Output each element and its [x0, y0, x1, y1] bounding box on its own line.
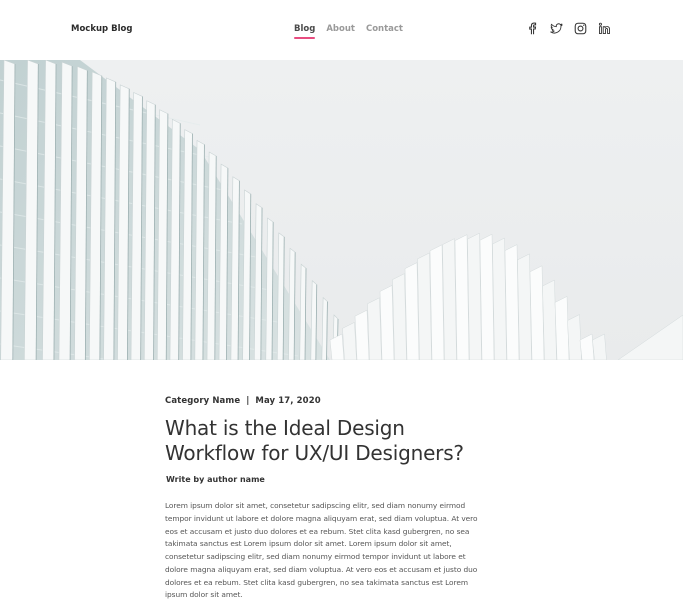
canopy-panel: [392, 273, 407, 360]
nav-contact[interactable]: Contact: [366, 24, 403, 38]
site-header: Mockup Blog Blog About Contact: [0, 0, 683, 60]
canopy-panel: [467, 232, 482, 360]
category-link[interactable]: Category Name: [165, 396, 240, 406]
canopy-panel: [354, 309, 370, 360]
main-nav: Blog About Contact: [294, 24, 403, 39]
canopy-panel: [404, 262, 420, 360]
article-author: Write by author name: [166, 475, 265, 484]
meta-separator: |: [246, 396, 250, 406]
canopy-panel: [367, 297, 382, 360]
article-title: What is the Ideal Design Workflow for UX…: [165, 416, 464, 465]
canopy-panel: [442, 238, 457, 360]
article-body: Lorem ipsum dolor sit amet, consetetur s…: [165, 501, 478, 600]
canopy-panel: [542, 279, 557, 360]
nav-blog[interactable]: Blog: [294, 24, 316, 39]
canopy-panel: [517, 253, 532, 360]
twitter-icon[interactable]: [550, 22, 563, 35]
article-meta: Category Name | May 17, 2020: [165, 396, 485, 406]
canopy-panel: [504, 244, 520, 360]
canopy-panel: [567, 314, 582, 360]
canopy-panel: [554, 296, 570, 360]
brand-logo[interactable]: Mockup Blog: [71, 24, 132, 34]
canopy-panel: [479, 233, 495, 360]
architecture-photo: [0, 60, 683, 360]
hero-image: [0, 60, 683, 360]
canopy-panel: [417, 252, 432, 360]
nav-about[interactable]: About: [326, 24, 355, 38]
canopy-panel: [379, 285, 395, 360]
facebook-icon[interactable]: [526, 22, 539, 35]
canopy-panel: [529, 265, 545, 360]
social-links: [526, 22, 611, 35]
instagram-icon[interactable]: [574, 22, 587, 35]
canopy-panel: [342, 321, 357, 360]
canopy-panel: [454, 234, 470, 360]
article-date: May 17, 2020: [255, 396, 321, 406]
article: Category Name | May 17, 2020 What is the I…: [165, 360, 485, 609]
canopy-panel: [429, 244, 445, 360]
canopy-panel: [492, 237, 507, 360]
linkedin-icon[interactable]: [598, 22, 611, 35]
